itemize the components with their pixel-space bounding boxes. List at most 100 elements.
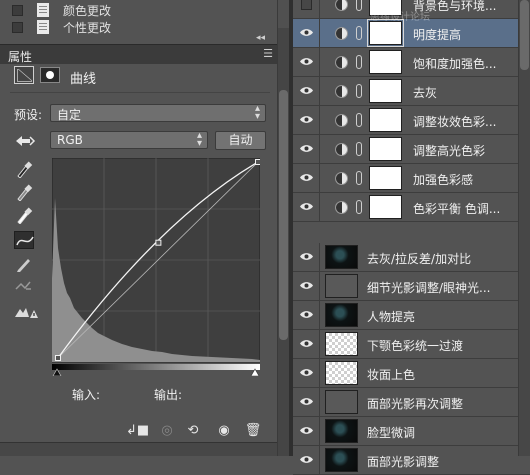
history-snapshot-checkbox[interactable] bbox=[12, 21, 23, 33]
layer-mask-thumbnail[interactable] bbox=[369, 137, 402, 161]
history-item[interactable]: 个性更改 bbox=[0, 20, 277, 34]
layer-row[interactable]: 加强色彩感 bbox=[293, 164, 530, 193]
layer-row[interactable]: 面部光影调整 bbox=[293, 446, 530, 475]
visibility-toggle[interactable] bbox=[293, 193, 320, 221]
layer-thumbnail[interactable] bbox=[325, 361, 358, 385]
auto-button[interactable]: 自动 bbox=[215, 131, 266, 150]
edit-points-curve-icon[interactable] bbox=[14, 231, 34, 249]
scrollbar-thumb[interactable] bbox=[279, 90, 288, 340]
layer-row[interactable]: 妆面上色 bbox=[293, 359, 530, 388]
channel-select[interactable]: RGB ▴ ▾ bbox=[50, 131, 208, 149]
layer-row[interactable]: 细节光影调整/眼神光... bbox=[293, 272, 530, 301]
gray-point-eyedropper-icon[interactable] bbox=[14, 183, 34, 202]
visibility-toggle[interactable] bbox=[293, 417, 320, 445]
layer-mask-thumbnail[interactable] bbox=[369, 50, 402, 74]
visibility-toggle[interactable] bbox=[293, 272, 320, 300]
visibility-toggle[interactable] bbox=[293, 106, 320, 134]
layer-name[interactable]: 调整妆效色彩... bbox=[413, 113, 496, 130]
curve-control-point[interactable] bbox=[55, 355, 61, 361]
chain-link-icon[interactable] bbox=[356, 84, 362, 98]
visibility-toggle[interactable] bbox=[293, 388, 320, 416]
layer-thumbnail[interactable] bbox=[325, 274, 358, 298]
layer-thumbnail[interactable] bbox=[325, 332, 358, 356]
visibility-toggle[interactable] bbox=[293, 359, 320, 387]
tab-properties[interactable]: 属性 bbox=[8, 48, 32, 65]
visibility-toggle[interactable] bbox=[293, 48, 320, 76]
layer-thumbnail[interactable] bbox=[325, 390, 358, 414]
chain-link-icon[interactable] bbox=[356, 113, 362, 127]
layer-name[interactable]: 妆面上色 bbox=[367, 366, 415, 383]
chain-link-icon[interactable] bbox=[356, 26, 362, 40]
layer-row[interactable]: 人物提亮 bbox=[293, 301, 530, 330]
layer-name[interactable]: 脸型微调 bbox=[367, 424, 415, 441]
layer-row[interactable]: 调整高光色彩 bbox=[293, 135, 530, 164]
history-item[interactable]: 颜色更改 bbox=[0, 0, 277, 20]
smooth-curve-icon[interactable] bbox=[14, 277, 34, 295]
layer-name[interactable]: 面部光影再次调整 bbox=[367, 395, 463, 412]
layer-row[interactable]: 去灰/拉反差/加对比 bbox=[293, 243, 530, 272]
layer-name[interactable]: 细节光影调整/眼神光... bbox=[367, 279, 491, 296]
layer-mask-thumbnail[interactable] bbox=[369, 195, 402, 219]
visibility-toggle[interactable] bbox=[293, 330, 320, 358]
layer-name[interactable]: 色彩平衡 色调... bbox=[413, 200, 500, 217]
layer-thumbnail[interactable] bbox=[325, 419, 358, 443]
layer-thumbnail[interactable] bbox=[325, 303, 358, 327]
panel-menu-icon[interactable]: ☰ bbox=[263, 47, 273, 60]
layer-name[interactable]: 调整高光色彩 bbox=[413, 142, 485, 159]
chain-link-icon[interactable] bbox=[356, 142, 362, 156]
layer-name[interactable]: 明度提高 bbox=[413, 26, 461, 43]
layer-name[interactable]: 下颚色彩统一过渡 bbox=[367, 337, 463, 354]
toggle-visibility-icon[interactable]: ◉ bbox=[215, 423, 233, 439]
preset-select[interactable]: 自定 ▴ ▾ bbox=[50, 104, 266, 122]
scrollbar-thumb[interactable] bbox=[520, 0, 529, 70]
clipping-warning-icon[interactable] bbox=[14, 303, 38, 321]
visibility-toggle[interactable] bbox=[293, 77, 320, 105]
visibility-toggle[interactable] bbox=[293, 164, 320, 192]
pencil-icon[interactable] bbox=[14, 255, 34, 273]
layer-row[interactable]: 下颚色彩统一过渡 bbox=[293, 330, 530, 359]
visibility-toggle[interactable] bbox=[293, 301, 320, 329]
chain-link-icon[interactable] bbox=[356, 171, 362, 185]
layer-thumbnail[interactable] bbox=[325, 448, 358, 472]
layer-mask-thumbnail[interactable] bbox=[369, 166, 402, 190]
curves-graph[interactable] bbox=[52, 158, 261, 376]
layer-thumbnail[interactable] bbox=[325, 245, 358, 269]
visibility-toggle[interactable] bbox=[293, 19, 320, 47]
history-snapshot-checkbox[interactable] bbox=[12, 4, 23, 16]
layer-name[interactable]: 加强色彩感 bbox=[413, 171, 473, 188]
layer-mask-thumbnail[interactable] bbox=[367, 19, 404, 47]
chain-link-icon[interactable] bbox=[356, 200, 362, 214]
visibility-toggle[interactable] bbox=[293, 135, 320, 163]
curve-control-point[interactable] bbox=[255, 159, 261, 165]
layer-row[interactable]: 调整妆效色彩... bbox=[293, 106, 530, 135]
layer-name[interactable]: 人物提亮 bbox=[367, 308, 415, 325]
layer-row[interactable]: 饱和度加强色... bbox=[293, 48, 530, 77]
layer-row[interactable]: 明度提高 bbox=[293, 19, 530, 48]
chain-link-icon[interactable] bbox=[356, 0, 362, 11]
reset-icon[interactable]: ⟲ bbox=[184, 423, 202, 439]
layer-mask-thumbnail[interactable] bbox=[369, 108, 402, 132]
clip-to-layer-icon[interactable]: ↲■ bbox=[126, 423, 149, 439]
layer-name[interactable]: 去灰 bbox=[413, 84, 437, 101]
black-point-eyedropper-icon[interactable] bbox=[14, 160, 34, 179]
layer-row[interactable]: 去灰 bbox=[293, 77, 530, 106]
delete-icon[interactable]: 🗑 bbox=[244, 423, 262, 439]
left-scrollbar[interactable] bbox=[277, 0, 289, 456]
chain-link-icon[interactable] bbox=[356, 55, 362, 69]
layer-mask-icon[interactable] bbox=[40, 67, 60, 83]
layer-row[interactable]: 色彩平衡 色调... bbox=[293, 193, 530, 222]
visibility-toggle[interactable] bbox=[293, 446, 320, 474]
curve-control-point[interactable] bbox=[155, 239, 162, 246]
curves-adjustment-icon[interactable] bbox=[14, 66, 34, 84]
on-image-adjust-hand-icon[interactable] bbox=[14, 133, 36, 149]
layer-mask-thumbnail[interactable] bbox=[369, 79, 402, 103]
layers-scrollbar[interactable] bbox=[518, 0, 530, 456]
visibility-toggle[interactable] bbox=[293, 0, 320, 18]
view-previous-state-icon[interactable]: ◎ bbox=[158, 423, 176, 439]
layer-name[interactable]: 去灰/拉反差/加对比 bbox=[367, 250, 471, 267]
layer-row[interactable]: 面部光影再次调整 bbox=[293, 388, 530, 417]
white-point-eyedropper-icon[interactable] bbox=[14, 206, 34, 225]
layer-row[interactable]: 脸型微调 bbox=[293, 417, 530, 446]
visibility-toggle[interactable] bbox=[293, 243, 320, 271]
layer-name[interactable]: 饱和度加强色... bbox=[413, 55, 496, 72]
